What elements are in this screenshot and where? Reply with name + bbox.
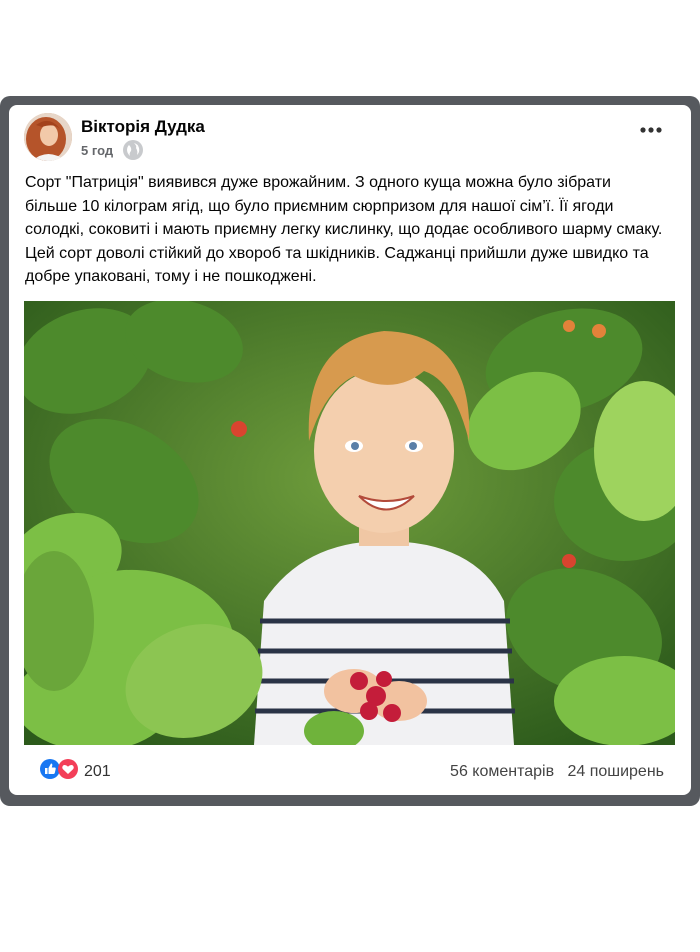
comments-count[interactable]: 56 коментарів <box>450 763 554 780</box>
post-text: Сорт "Патриція" виявився дуже врожайним.… <box>25 174 663 285</box>
post-photo[interactable] <box>24 301 675 745</box>
post-timestamp[interactable]: 5 год <box>81 143 113 158</box>
author-avatar[interactable] <box>24 113 72 161</box>
avatar-image <box>24 113 72 161</box>
post-stats: 56 коментарів 24 поширень <box>450 763 664 781</box>
more-options-icon[interactable] <box>638 120 666 140</box>
shares-count[interactable]: 24 поширень <box>567 763 664 780</box>
photo-illustration <box>24 301 675 745</box>
reactions-summary[interactable]: 201 <box>40 759 111 784</box>
love-icon <box>58 759 78 784</box>
reactions-count: 201 <box>84 762 111 780</box>
post-meta: 5 год <box>81 140 144 160</box>
author-name[interactable]: Вікторія Дудка <box>81 117 205 137</box>
like-icon <box>40 759 60 784</box>
globe-icon <box>123 140 144 160</box>
